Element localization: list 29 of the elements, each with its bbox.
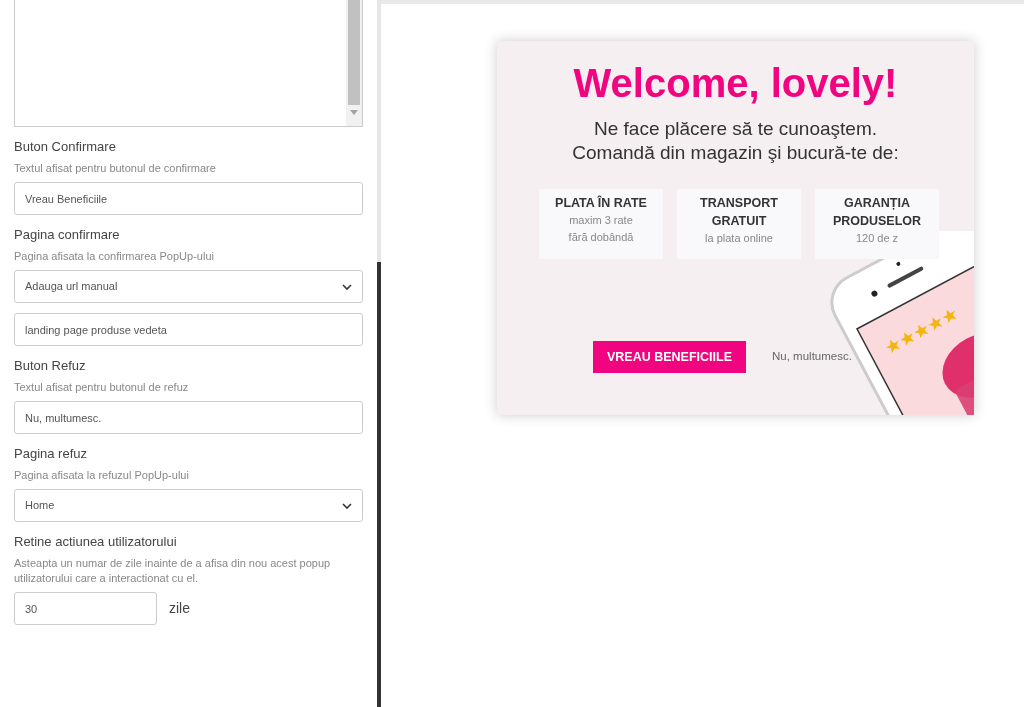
- popup-title: Welcome, lovely!: [573, 60, 898, 107]
- field-hint: Textul afisat pentru butonul de confirmare: [14, 161, 217, 176]
- dropdown-field[interactable]: Home: [14, 489, 363, 522]
- field-label: Buton Confirmare: [14, 138, 117, 156]
- popup-subtitle: Ne face plăcere să te cunoaştem.: [593, 117, 877, 141]
- benefit-title: GARANȚIA PRODUSELOR: [831, 195, 923, 230]
- benefit-title: PLATA ÎN RATE: [554, 194, 648, 212]
- dropdown-field[interactable]: Adauga url manual: [14, 270, 363, 303]
- field-label: Buton Refuz: [14, 357, 87, 375]
- days-field[interactable]: 30: [14, 592, 157, 625]
- text-field[interactable]: Nu, multumesc.: [14, 401, 363, 434]
- field-hint: Textul afisat pentru butonul de refuz: [14, 380, 190, 395]
- field-label: Pagina refuz: [14, 445, 88, 463]
- confirm-button[interactable]: VREAU BENEFICIILE: [593, 341, 746, 373]
- benefit-text: fără dobândă: [568, 230, 634, 245]
- decline-link[interactable]: Nu, multumesc.: [772, 348, 852, 366]
- popup-subtitle: Comandă din magazin şi bucură-te de:: [572, 141, 899, 165]
- benefit-text: maxim 3 rate: [569, 213, 633, 228]
- field-hint: Asteapta un numar de zile inainte de a afisa din nou acest popup utilizatorului care a interactionat cu el.: [14, 556, 332, 586]
- benefit-text: la plata online: [705, 231, 773, 246]
- field-label: Retine actiunea utilizatorului: [14, 533, 178, 551]
- benefit-title: TRANSPORT GRATUIT: [699, 195, 779, 230]
- url-field[interactable]: landing page produse vedeta: [14, 313, 363, 346]
- unit-label: zile: [169, 599, 190, 618]
- field-hint: Pagina afisata la refuzul PopUp-ului: [14, 468, 190, 483]
- benefit-text: 120 de z: [855, 231, 899, 246]
- text-field[interactable]: Vreau Beneficiile: [14, 182, 363, 215]
- field-label: Pagina confirmare: [14, 226, 121, 244]
- field-hint: Pagina afisata la confirmarea PopUp-ului: [14, 249, 215, 264]
